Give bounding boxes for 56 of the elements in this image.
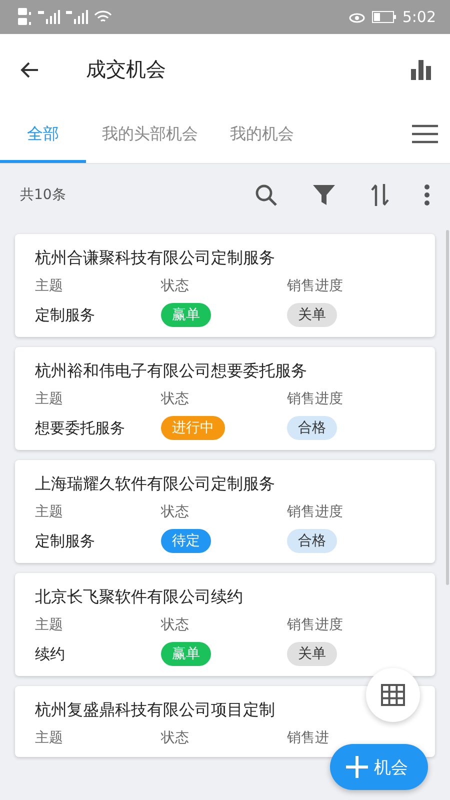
plus-icon xyxy=(346,756,368,778)
field-label: 状态 xyxy=(161,503,190,521)
card-title: 杭州复盛鼎科技有限公司项目定制 xyxy=(35,700,276,721)
subject-value: 定制服务 xyxy=(35,532,96,550)
clock-time: 5:02 xyxy=(402,8,436,26)
sort-icon[interactable] xyxy=(370,183,390,207)
opportunity-card[interactable]: 杭州复盛鼎科技有限公司项目定制 主题 状态 销售进 xyxy=(15,686,435,757)
subject-value: 续约 xyxy=(35,644,66,664)
subject-value: 定制服务 xyxy=(35,306,96,324)
status-tag: 待定 xyxy=(161,529,211,553)
field-label: 主题 xyxy=(35,729,64,747)
grid-icon xyxy=(381,684,405,706)
card-title: 杭州裕和伟电子有限公司想要委托服务 xyxy=(35,361,308,382)
tab[interactable]: 我的头部机会 xyxy=(86,108,214,163)
field-label: 主题 xyxy=(35,503,64,521)
card-title: 杭州合谦聚科技有限公司定制服务 xyxy=(35,248,276,269)
eye-icon xyxy=(348,11,366,23)
opportunity-card[interactable]: 杭州合谦聚科技有限公司定制服务 主题 状态 销售进度 定制服务 赢单 关单 xyxy=(15,234,435,337)
status-tag: 进行中 xyxy=(161,416,225,440)
more-icon[interactable] xyxy=(424,184,430,206)
status-tag: 合格 xyxy=(287,529,337,553)
tab[interactable]: 我的机会 xyxy=(214,108,310,163)
signal-icon xyxy=(66,10,88,24)
signal-icon xyxy=(38,10,60,24)
status-tag: 赢单 xyxy=(161,642,211,666)
battery-icon xyxy=(372,11,396,23)
opportunity-card[interactable]: 北京长飞聚软件有限公司续约 主题 状态 销售进度 续约 赢单 关单 xyxy=(15,573,435,676)
status-tag: 关单 xyxy=(287,303,337,327)
page-title: 成交机会 xyxy=(86,56,166,83)
field-label: 状态 xyxy=(161,277,190,295)
status-tag: 赢单 xyxy=(161,303,211,327)
field-label: 主题 xyxy=(35,277,64,295)
subject-value: 想要委托服务 xyxy=(35,418,126,438)
hd-icon xyxy=(18,7,32,27)
field-label: 销售进度 xyxy=(287,503,344,521)
field-label: 销售进 xyxy=(287,729,330,747)
field-label: 状态 xyxy=(161,390,190,408)
status-tag: 关单 xyxy=(287,642,337,666)
opportunity-card[interactable]: 杭州裕和伟电子有限公司想要委托服务 主题 状态 销售进度 想要委托服务 进行中 合格 xyxy=(15,347,435,450)
field-label: 销售进度 xyxy=(287,390,344,408)
status-tag: 合格 xyxy=(287,416,337,440)
filter-icon[interactable] xyxy=(312,184,336,206)
field-label: 销售进度 xyxy=(287,277,344,295)
field-label: 主题 xyxy=(35,390,64,408)
field-label: 销售进度 xyxy=(287,616,344,634)
field-label: 状态 xyxy=(161,729,190,747)
menu-icon[interactable] xyxy=(412,124,438,144)
search-icon[interactable] xyxy=(254,183,278,207)
record-count: 共10条 xyxy=(20,186,67,204)
card-title: 北京长飞聚软件有限公司续约 xyxy=(35,587,244,608)
card-title: 上海瑞耀久软件有限公司定制服务 xyxy=(35,474,276,495)
bar-chart-icon[interactable] xyxy=(410,60,432,80)
field-label: 状态 xyxy=(161,616,190,634)
wifi-icon xyxy=(94,10,112,24)
opportunity-card[interactable]: 上海瑞耀久软件有限公司定制服务 主题 状态 销售进度 定制服务 待定 合格 xyxy=(15,460,435,563)
field-label: 主题 xyxy=(35,616,64,634)
